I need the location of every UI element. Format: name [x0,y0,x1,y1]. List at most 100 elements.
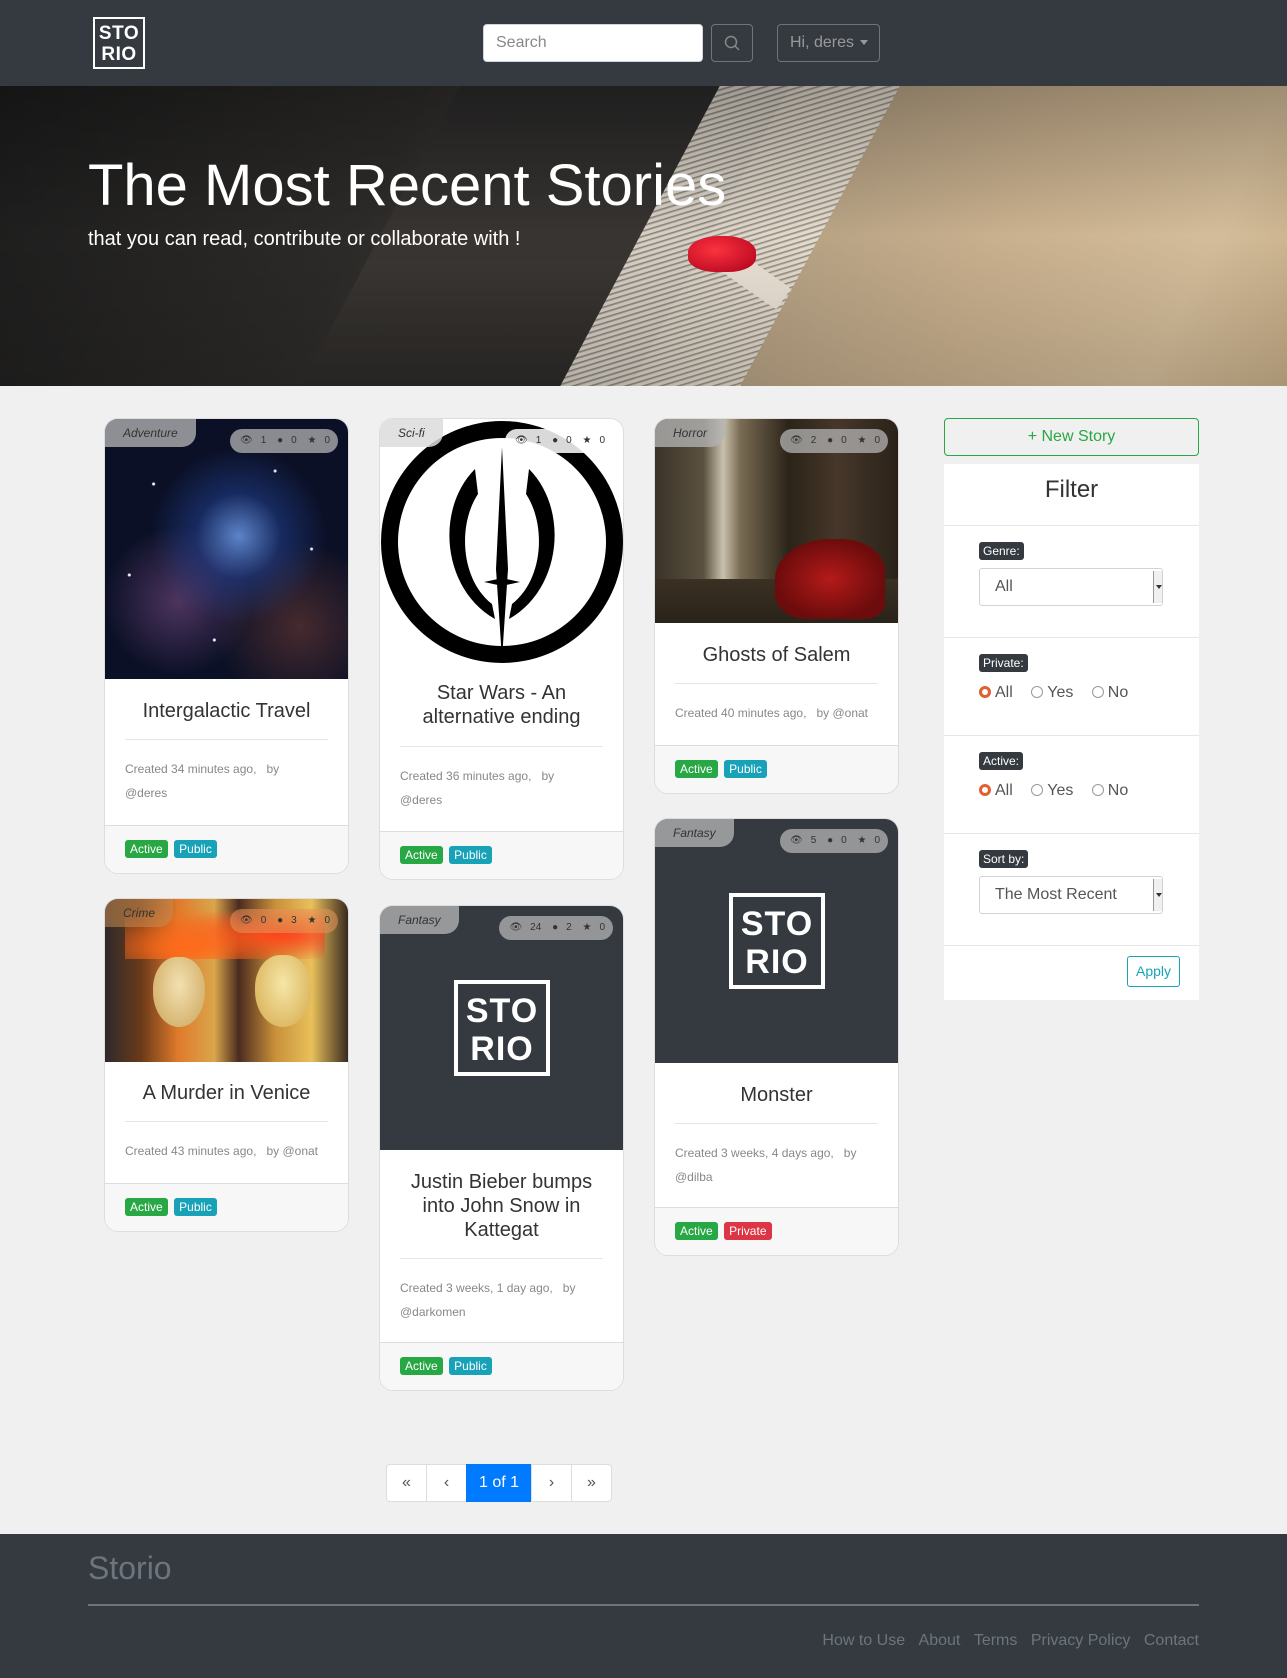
painting-figure [775,539,885,619]
story-card[interactable]: Adventure 👁 1 ● 0 ★ 0 Intergalactic Travel … [104,418,349,874]
author-link[interactable]: @deres [400,793,442,807]
radio-icon [1091,784,1104,796]
first-page-button[interactable]: « [386,1464,427,1502]
select-arrow-icon [1153,879,1162,911]
story-image[interactable] [105,419,348,679]
last-page-button[interactable]: » [571,1464,612,1502]
story-image[interactable] [380,419,623,665]
sort-select-value: The Most Recent [995,886,1117,903]
star-icon: ★ [307,435,317,446]
story-card[interactable]: STO RIO Fantasy 👁 24 ● 2 ★ 0 Justin Bieber … [379,905,624,1391]
author-link[interactable]: @deres [125,786,167,800]
story-title[interactable]: Monster [675,1083,878,1107]
story-image[interactable]: STO RIO [655,819,898,1063]
author-link[interactable]: @darkomen [400,1305,466,1319]
story-title[interactable]: Intergalactic Travel [125,699,328,723]
footer-link-how-to-use[interactable]: How to Use [822,1632,905,1649]
active-radio-yes[interactable]: Yes [1031,782,1073,800]
comment-icon: ● [552,922,559,933]
search-input[interactable] [483,24,703,62]
next-page-button[interactable]: › [531,1464,572,1502]
star-icon: ★ [857,835,867,846]
search-button[interactable] [711,24,753,62]
select-arrow-icon [1153,571,1162,603]
storio-logo[interactable]: STO RIO [93,17,145,69]
private-radio-yes[interactable]: Yes [1031,684,1073,702]
new-story-button[interactable]: + New Story [944,418,1199,456]
eye-icon: 👁 [515,435,528,446]
author-link[interactable]: @onat [832,706,868,720]
created-text: Created 3 weeks, 1 day ago, [400,1281,553,1295]
placeholder-logo-line-1: STO [465,992,539,1030]
private-radio-group: All Yes No [979,684,1142,702]
pagination: « ‹ 1 of 1 › » [386,1464,612,1502]
sort-filter: Sort by: The Most Recent [944,834,1199,946]
footer-divider [88,1604,1199,1606]
footer-link-about[interactable]: About [919,1632,961,1649]
story-card[interactable]: STO RIO Fantasy 👁 5 ● 0 ★ 0 Monster Created… [654,818,899,1256]
sort-select[interactable]: The Most Recent [979,876,1163,914]
apply-button[interactable]: Apply [1127,956,1180,987]
active-radio-no[interactable]: No [1091,782,1128,800]
by-text: by [266,1144,280,1158]
eye-icon: 👁 [790,835,803,846]
card-footer: Active Private [655,1207,898,1255]
footer-link-contact[interactable]: Contact [1144,1632,1199,1649]
status-badge: Active [125,840,168,858]
story-card[interactable]: Horror 👁 2 ● 0 ★ 0 Ghosts of Salem Created … [654,418,899,794]
card-footer: Active Public [380,1342,623,1390]
star-icon: ★ [582,435,592,446]
story-title[interactable]: Justin Bieber bumps into John Snow in Ka… [400,1170,603,1242]
mask-left [153,957,205,1027]
divider [400,746,603,747]
by-text: by [266,762,280,776]
story-meta: Created 36 minutes ago, by @deres [400,764,603,812]
story-title[interactable]: Ghosts of Salem [675,643,878,667]
footer-link-terms[interactable]: Terms [974,1632,1018,1649]
genre-select[interactable]: All [979,568,1163,606]
active-radio-all[interactable]: All [979,782,1013,800]
visibility-badge: Public [724,760,767,778]
private-radio-all[interactable]: All [979,684,1013,702]
hero-title: The Most Recent Stories [88,153,727,218]
comment-icon: ● [277,435,284,446]
private-radio-no[interactable]: No [1091,684,1129,702]
caret-down-icon [860,40,869,46]
story-stats: 👁 0 ● 3 ★ 0 [230,909,338,933]
divider [125,1121,328,1122]
prev-page-button[interactable]: ‹ [426,1464,467,1502]
created-text: Created 36 minutes ago, [400,769,532,783]
stars-count: 0 [874,835,880,846]
story-meta: Created 40 minutes ago, by @onat [675,701,878,725]
footer-link-privacy-policy[interactable]: Privacy Policy [1031,1632,1131,1649]
star-icon: ★ [857,435,867,446]
story-meta: Created 3 weeks, 1 day ago, by @darkomen [400,1276,603,1324]
user-menu-button[interactable]: Hi, deres [777,24,880,62]
current-page[interactable]: 1 of 1 [466,1464,532,1502]
visibility-badge: Private [724,1222,772,1240]
comments-count: 0 [841,435,847,446]
story-image[interactable]: STO RIO [380,906,623,1150]
visibility-badge: Public [174,840,217,858]
logo-line-2: RIO [101,44,137,65]
radio-label: Yes [1047,782,1074,799]
author-link[interactable]: @onat [282,1144,318,1158]
comments-count: 0 [841,835,847,846]
private-label: Private: [979,654,1028,672]
comments-count: 3 [291,915,297,926]
radio-label: All [995,684,1013,701]
stars-count: 0 [874,435,880,446]
filter-panel: Filter Genre: All Private: All Yes No Ac… [944,464,1199,1000]
comments-count: 0 [291,435,297,446]
active-radio-group: All Yes No [979,782,1142,800]
genre-tag: Adventure [105,419,196,447]
stars-count: 0 [324,915,330,926]
card-footer: Active Public [105,825,348,873]
story-title[interactable]: Star Wars - An alternative ending [400,681,603,729]
author-link[interactable]: @dilba [675,1170,713,1184]
story-card[interactable]: Sci-fi 👁 1 ● 0 ★ 0 Star Wars - An alternati… [379,418,624,880]
story-title[interactable]: A Murder in Venice [125,1081,328,1105]
status-badge: Active [400,846,443,864]
radio-label: No [1107,684,1129,701]
story-card[interactable]: Crime 👁 0 ● 3 ★ 0 A Murder in Venice Create… [104,898,349,1232]
